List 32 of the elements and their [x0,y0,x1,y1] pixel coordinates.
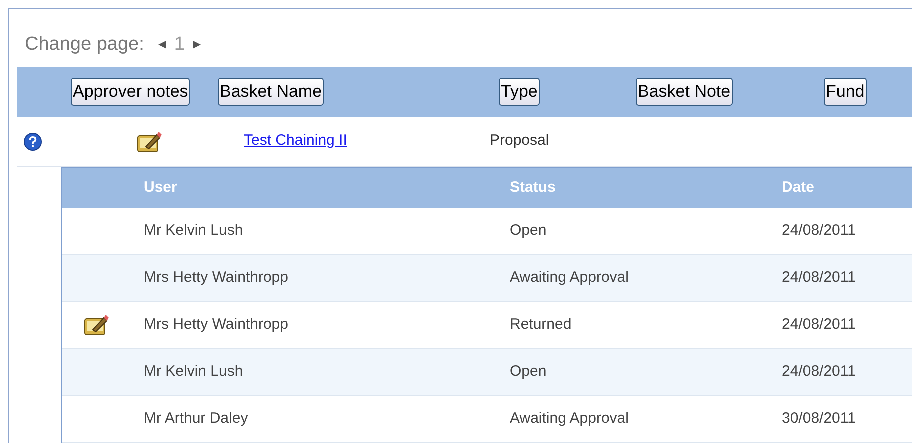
note-pencil-icon[interactable] [137,130,163,152]
page-number: 1 [174,32,185,57]
column-sort-button[interactable]: Fund [824,78,867,106]
column-header: Date [782,178,815,198]
column-sort-button[interactable]: Basket Name [218,78,324,106]
table-cell-text: 24/08/2011 [782,268,856,288]
column-sort-button[interactable]: Approver notes [71,78,190,106]
table-cell-text: 30/08/2011 [782,408,856,429]
table-cell-text: Returned [510,314,573,335]
basket-name-link[interactable]: Test Chaining II [244,130,490,153]
table-cell-text: Mr Arthur Daley [144,408,250,429]
column-sort-button[interactable]: Basket Note [636,78,733,106]
table-cell-text: 24/08/2011 [782,362,856,382]
column-header: Status [510,178,557,198]
table-cell-text: Open [510,220,548,241]
table-cell-text: Mr Kelvin Lush [144,362,244,382]
table-cell-text: 24/08/2011 [782,314,856,335]
note-pencil-icon[interactable] [84,314,110,336]
table-cell-text: Mr Kelvin Lush [144,220,244,241]
column-sort-button[interactable]: Type [499,78,540,106]
column-header: User [143,178,178,198]
table-cell-text: Awaiting Approval [510,268,630,288]
basket-type: Proposal [490,131,550,152]
previous-page-button[interactable]: ◂ [158,33,166,57]
table-cell-text: Open [510,362,548,382]
table-cell-text: 24/08/2011 [782,220,856,241]
table-cell-text: Mrs Hetty Wainthropp [144,314,290,335]
table-cell-text: Mrs Hetty Wainthropp [144,268,290,288]
help-icon[interactable] [24,132,42,150]
table-cell-text: Awaiting Approval [510,408,630,429]
next-page-button[interactable]: ▸ [192,33,201,57]
change-page-label: Change page: [25,32,144,57]
